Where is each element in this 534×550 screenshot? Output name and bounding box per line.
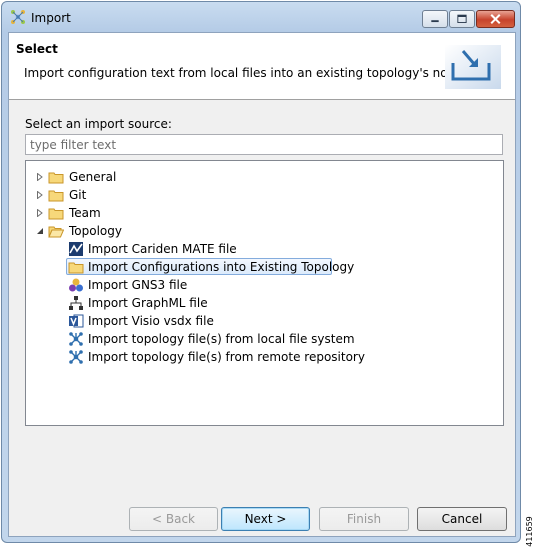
back-button[interactable]: < Back [129,507,218,531]
import-banner-icon [445,45,501,89]
close-icon [490,14,501,25]
visio-icon [69,314,84,328]
tree-item-label: General [69,170,117,184]
tree-item-label: Import Configurations into Existing Topo… [88,260,355,274]
tree-item-label: Team [69,206,101,220]
tree-item-label: Git [69,188,87,202]
graphml-icon [69,296,83,310]
minimize-button[interactable] [422,10,448,28]
tree-item-label: Import GNS3 file [88,278,188,292]
tree-item-label: Import Cariden MATE file [88,242,237,256]
expand-arrow-icon[interactable] [36,173,44,181]
folder-closed-icon [48,172,64,184]
next-button[interactable]: Next > [221,507,310,531]
wizard-header: Select Import configuration text from lo… [9,33,515,100]
import-source-label: Select an import source: [25,117,172,131]
window-title: Import [31,11,71,25]
folder-icon [68,262,84,274]
maximize-button[interactable] [449,10,475,28]
tree-item-label: Import GraphML file [88,296,208,310]
expand-arrow-icon[interactable] [36,191,44,199]
figure-id-text: 411659 [524,516,534,547]
page-title: Select [16,42,58,56]
import-dialog: Import Select Import configuration text … [1,1,521,543]
import-wizard-icon [11,10,25,24]
collapse-arrow-icon[interactable] [36,227,44,235]
tree-item-label: Import topology file(s) from local file … [88,332,355,346]
title-bar: Import [2,2,520,32]
topology-icon [69,332,83,346]
expand-arrow-icon[interactable] [36,209,44,217]
page-description: Import configuration text from local fil… [24,66,473,80]
filter-input[interactable] [25,134,503,155]
tree-item-label: Import topology file(s) from remote repo… [88,350,365,364]
minimize-icon [431,20,439,23]
folder-open-icon [48,226,64,238]
dialog-body: Select Import configuration text from lo… [8,32,516,537]
figure-id: 411659 [524,514,534,550]
folder-closed-icon [48,208,64,220]
maximize-icon [457,14,467,23]
topology-icon [69,350,83,364]
tree-item-label: Topology [69,224,122,238]
close-button[interactable] [476,10,515,28]
finish-button[interactable]: Finish [319,507,409,531]
tree-item-label: Import Visio vsdx file [88,314,214,328]
gns3-icon [69,278,83,292]
import-source-tree[interactable]: General Git Team Topology Import Cariden… [25,160,504,426]
folder-closed-icon [48,190,64,202]
cariden-mate-icon [69,242,83,256]
cancel-button[interactable]: Cancel [417,507,507,531]
